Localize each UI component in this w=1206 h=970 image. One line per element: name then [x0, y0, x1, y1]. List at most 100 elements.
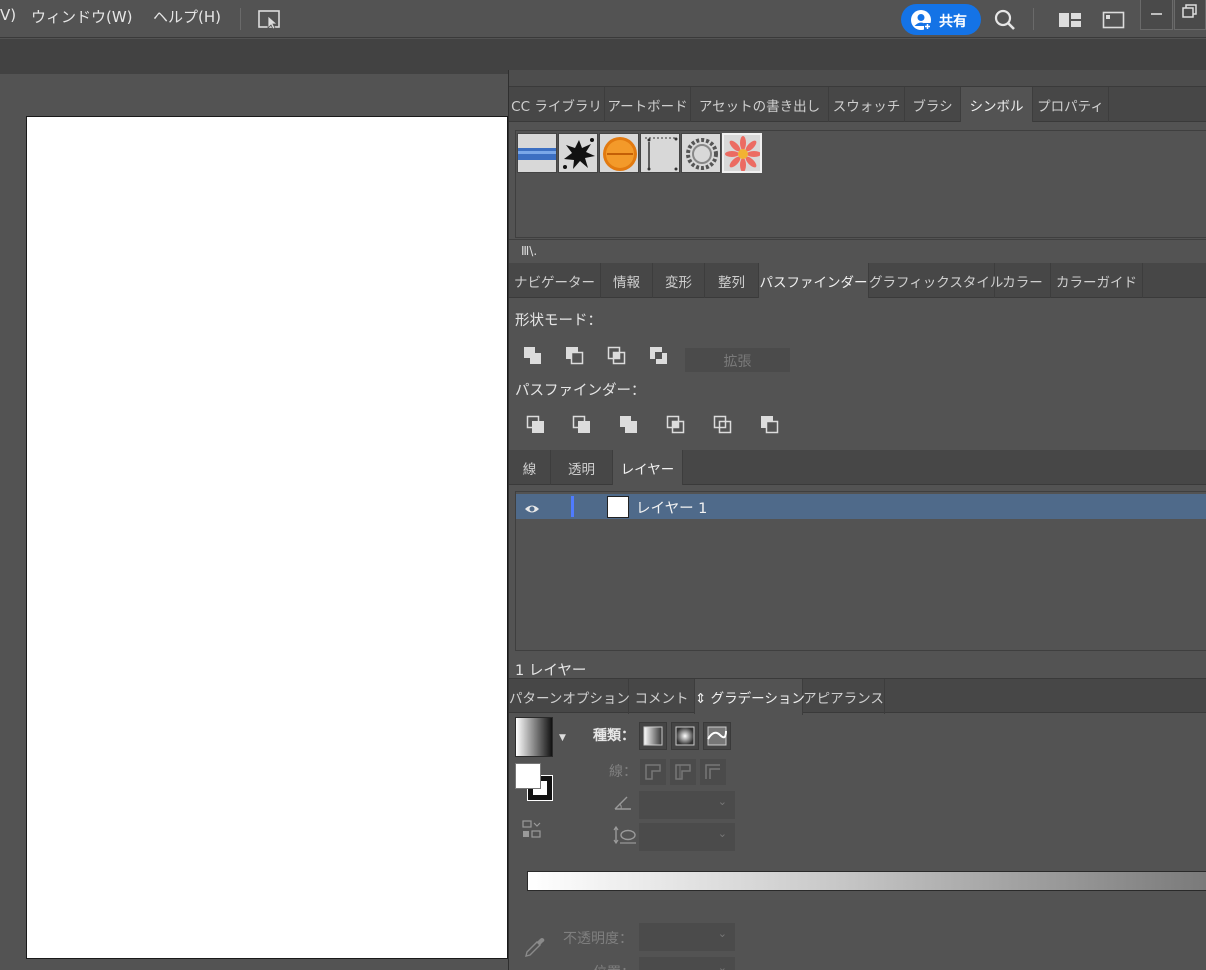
tab-transform[interactable]: 変形: [653, 263, 705, 298]
layers-panel: レイヤー 1 1 レイヤー: [509, 485, 1206, 679]
linear-gradient-icon[interactable]: [639, 722, 667, 750]
freeform-gradient-icon[interactable]: [703, 722, 731, 750]
gradient-panel: ▼ 種類： 線： ⌄ ⌄ 不透明度： ⌄ ⌄: [509, 675, 1206, 970]
minimize-button[interactable]: [1140, 0, 1173, 30]
tab-stroke[interactable]: 線: [509, 450, 551, 485]
symbols-footer: Ⅲ\.: [509, 239, 1206, 265]
menu-window[interactable]: ウィンドウ(W): [31, 6, 133, 27]
stroke-along-icon: [670, 759, 696, 785]
symbols-panel: Ⅲ\.: [509, 122, 1206, 265]
fill-color-box[interactable]: [515, 763, 541, 789]
shape-modes-label: 形状モード：: [515, 313, 602, 329]
radial-gradient-icon[interactable]: [671, 722, 699, 750]
canvas-area[interactable]: [0, 74, 508, 970]
symbol-text-frame[interactable]: [640, 133, 680, 173]
opacity-dropdown[interactable]: ⌄: [639, 923, 735, 951]
user-add-icon: [910, 9, 932, 31]
dock-header[interactable]: [509, 70, 1206, 87]
stroke-within-icon: [640, 759, 666, 785]
artboard[interactable]: [26, 116, 508, 959]
panel-dock: CC ライブラリ アートボード アセットの書き出し スウォッチ ブラシ シンボル…: [508, 70, 1206, 970]
search-icon[interactable]: [993, 8, 1017, 36]
chevron-down-icon[interactable]: ▼: [559, 733, 566, 743]
symbols-panel-tabs: CC ライブラリ アートボード アセットの書き出し スウォッチ ブラシ シンボル…: [509, 87, 1206, 123]
document-tab-bar: [0, 39, 1206, 74]
layer-name[interactable]: レイヤー 1: [636, 497, 707, 518]
exclude-icon[interactable]: [649, 346, 669, 366]
chevron-down-icon: ⌄: [717, 795, 727, 808]
restore-button[interactable]: [1174, 0, 1206, 30]
symbol-blue-bar[interactable]: [517, 133, 557, 173]
toolbar-separator: [1033, 8, 1034, 30]
chevron-down-icon: ⌄: [717, 827, 727, 840]
angle-icon: [613, 793, 633, 817]
expand-button[interactable]: 拡張: [685, 348, 790, 372]
merge-icon[interactable]: [619, 415, 639, 435]
symbol-ink-splat[interactable]: [558, 133, 598, 173]
menu-separator: [240, 8, 241, 30]
intersect-icon[interactable]: [607, 346, 627, 366]
layer-thumbnail: [607, 496, 629, 518]
aspect-ratio-dropdown[interactable]: ⌄: [639, 823, 735, 851]
stroke-across-icon: [700, 759, 726, 785]
gradient-slider[interactable]: [527, 871, 1206, 891]
gradient-swatch[interactable]: [515, 717, 553, 757]
workspace-layout-icon[interactable]: [1058, 11, 1082, 33]
panel-toggle-icon[interactable]: [1102, 11, 1126, 33]
tab-pathfinder[interactable]: パスファインダー: [759, 263, 869, 299]
share-label: 共有: [939, 14, 967, 30]
menu-view[interactable]: V): [0, 6, 16, 24]
position-label: 位置：: [593, 962, 635, 970]
tab-swatches[interactable]: スウォッチ: [829, 87, 905, 122]
tab-transparency[interactable]: 透明: [551, 450, 613, 485]
symbol-orange-button[interactable]: [599, 133, 639, 173]
minus-front-icon[interactable]: [565, 346, 585, 366]
tab-properties[interactable]: プロパティ: [1033, 87, 1109, 122]
layers-panel-tabs: 線 透明 レイヤー: [509, 450, 1206, 486]
unite-icon[interactable]: [523, 346, 543, 366]
tab-brushes[interactable]: ブラシ: [905, 87, 961, 122]
symbol-wreath[interactable]: [681, 133, 721, 173]
share-button[interactable]: 共有: [901, 4, 981, 35]
tab-color-guide[interactable]: カラーガイド: [1051, 263, 1143, 298]
chevron-down-icon: ⌄: [717, 927, 727, 940]
layers-list: レイヤー 1: [515, 491, 1206, 651]
tab-info[interactable]: 情報: [601, 263, 653, 298]
layer-row[interactable]: レイヤー 1: [516, 494, 1206, 519]
pathfinders-label: パスファインダー：: [515, 383, 646, 399]
symbol-flower[interactable]: [722, 133, 762, 173]
layer-color-indicator: [571, 496, 574, 517]
app-window: V) ウィンドウ(W) ヘルプ(H) 共有 CC ライブラリ アートボード アセ…: [0, 0, 1206, 970]
pathfinder-panel-tabs: ナビゲーター 情報 変形 整列 パスファインダー グラフィックスタイル カラー …: [509, 263, 1206, 299]
tab-navigator[interactable]: ナビゲーター: [509, 263, 601, 298]
eyedropper-icon[interactable]: [523, 935, 547, 963]
position-dropdown[interactable]: ⌄: [639, 957, 735, 970]
gradient-stroke-label: 線：: [609, 764, 637, 780]
arrange-documents-icon[interactable]: [256, 8, 284, 32]
menu-help[interactable]: ヘルプ(H): [153, 6, 221, 27]
symbol-libraries-icon[interactable]: Ⅲ\.: [521, 244, 537, 258]
opacity-label: 不透明度：: [563, 931, 633, 947]
outline-icon[interactable]: [713, 415, 733, 435]
tab-layers[interactable]: レイヤー: [613, 450, 683, 486]
angle-dropdown[interactable]: ⌄: [639, 791, 735, 819]
tab-asset-export[interactable]: アセットの書き出し: [691, 87, 829, 122]
symbols-list: [515, 130, 1206, 238]
tab-cc-libraries[interactable]: CC ライブラリ: [509, 87, 605, 122]
aspect-ratio-icon: [613, 825, 637, 851]
tab-color[interactable]: カラー: [995, 263, 1051, 298]
tab-symbols[interactable]: シンボル: [961, 87, 1033, 123]
divide-icon[interactable]: [526, 415, 546, 435]
gradient-type-label: 種類：: [593, 728, 635, 744]
tab-artboards[interactable]: アートボード: [605, 87, 691, 122]
minus-back-icon[interactable]: [760, 415, 780, 435]
tab-align[interactable]: 整列: [705, 263, 759, 298]
visibility-eye-icon[interactable]: [524, 500, 540, 513]
pathfinder-panel: 形状モード： 拡張 パスファインダー：: [509, 298, 1206, 450]
chevron-down-icon: ⌄: [717, 961, 727, 970]
tab-graphic-styles[interactable]: グラフィックスタイル: [869, 263, 1003, 298]
crop-icon[interactable]: [666, 415, 686, 435]
menu-bar: V) ウィンドウ(W) ヘルプ(H) 共有: [0, 0, 1206, 38]
reverse-gradient-icon[interactable]: [521, 819, 545, 845]
trim-icon[interactable]: [572, 415, 592, 435]
